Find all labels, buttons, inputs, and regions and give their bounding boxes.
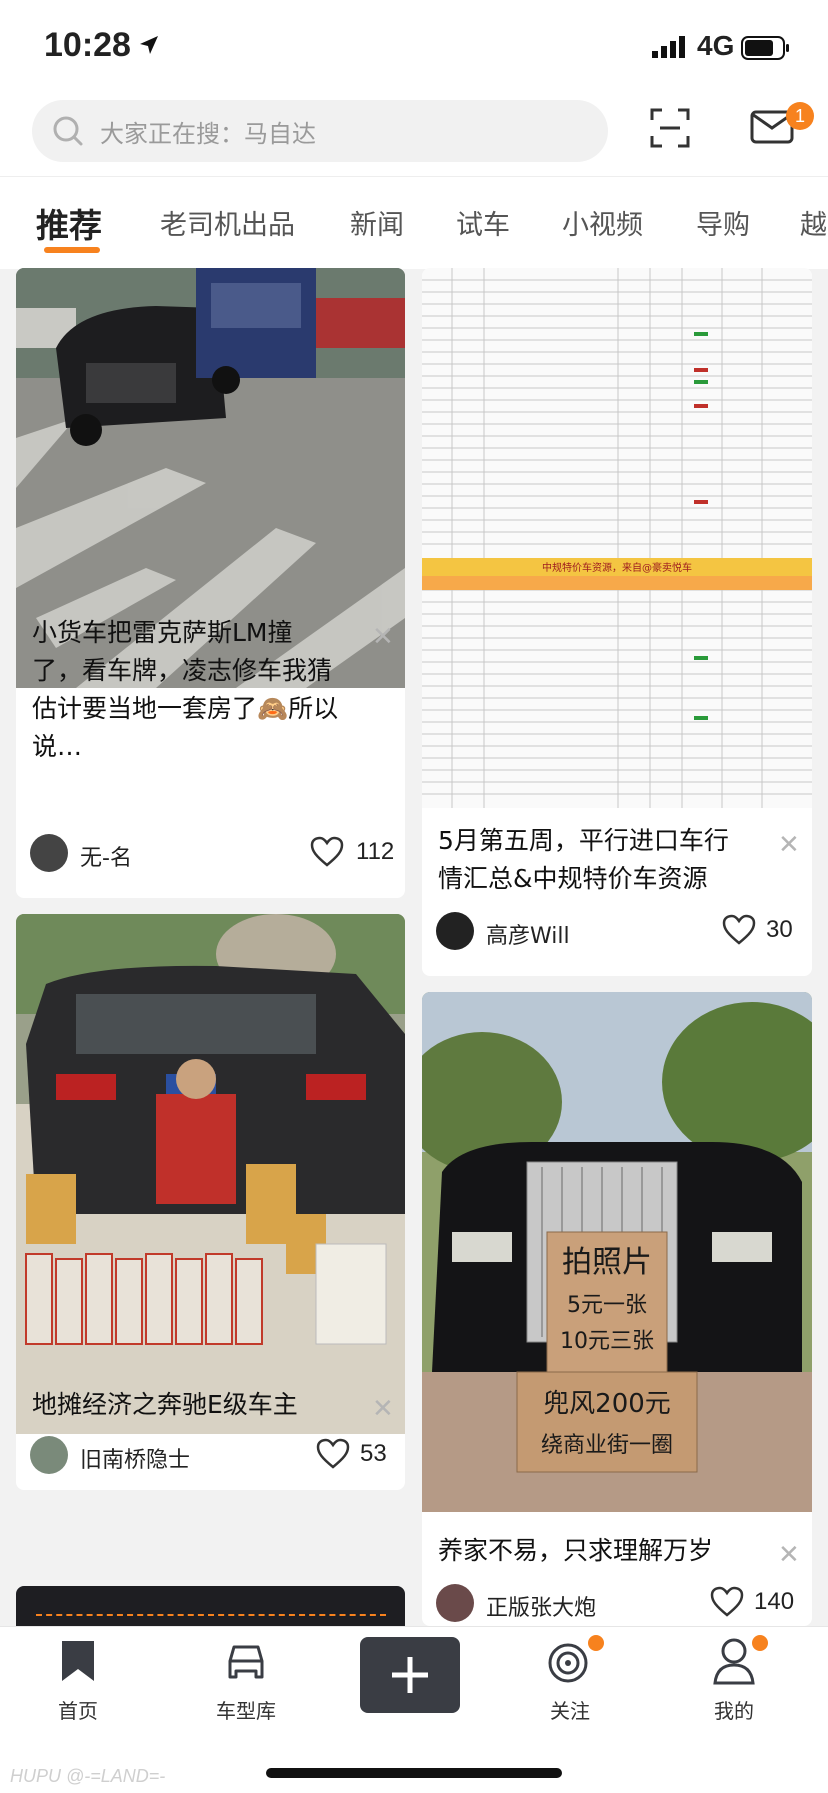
- feed-card[interactable]: 地摊经济之奔驰E级车主 ✕ 旧南桥隐士 53: [16, 914, 405, 1490]
- close-icon[interactable]: ✕: [778, 830, 800, 860]
- nav-follow[interactable]: 关注: [510, 1627, 630, 1737]
- avatar[interactable]: [436, 912, 474, 950]
- feed-card[interactable]: [16, 1586, 405, 1626]
- close-icon[interactable]: ✕: [372, 1394, 394, 1424]
- nav-car-library[interactable]: 车型库: [186, 1627, 306, 1737]
- nav-label: 首页: [58, 1699, 98, 1723]
- nav-label: 我的: [714, 1699, 754, 1723]
- search-icon: [53, 116, 83, 146]
- sign-line: 绕商业街一圈: [541, 1433, 673, 1458]
- feed-card[interactable]: 中规特价车资源，来自@豪卖悦车 5月第五周，平行进口车行情汇总&中规特价车资源 …: [422, 268, 812, 976]
- tab-offroad[interactable]: 越: [800, 203, 827, 242]
- notification-dot: [752, 1635, 768, 1651]
- home-indicator: [266, 1768, 562, 1778]
- like-count: 53: [360, 1440, 387, 1467]
- avatar[interactable]: [30, 834, 68, 872]
- notification-dot: [588, 1635, 604, 1651]
- tab-recommend[interactable]: 推荐: [36, 199, 102, 247]
- scan-icon[interactable]: [650, 108, 690, 148]
- heart-icon[interactable]: [722, 914, 756, 946]
- close-icon[interactable]: ✕: [372, 622, 394, 652]
- nav-label: 关注: [550, 1699, 590, 1723]
- sign-line: 10元三张: [560, 1329, 654, 1354]
- status-time: 10:28: [44, 26, 131, 64]
- sign-line: 兜风200元: [543, 1389, 671, 1419]
- card-title: 小货车把雷克萨斯LM撞了，看车牌，凌志修车我猜估计要当地一套房了🙈所以说…: [32, 618, 339, 761]
- nav-profile[interactable]: 我的: [674, 1627, 794, 1737]
- sign-line: 拍照片: [562, 1245, 652, 1280]
- search-input[interactable]: 大家正在搜：马自达: [32, 100, 608, 162]
- category-tabs: 推荐 老司机出品 新闻 试车 小视频 导购 越: [0, 176, 828, 269]
- heart-icon[interactable]: [316, 1438, 350, 1470]
- network-type: 4G: [697, 30, 735, 61]
- battery-icon: [741, 36, 789, 60]
- home-bookmark-icon: [62, 1641, 94, 1681]
- feed-card[interactable]: 小货车把雷克萨斯LM撞了，看车牌，凌志修车我猜估计要当地一套房了🙈所以说… ✕ …: [16, 268, 405, 898]
- header: 大家正在搜：马自达 1: [0, 90, 828, 176]
- tab-news[interactable]: 新闻: [350, 203, 404, 242]
- price-table-image: 中规特价车资源，来自@豪卖悦车: [422, 268, 812, 808]
- nav-home[interactable]: 首页: [18, 1627, 138, 1737]
- tab-test-drive[interactable]: 试车: [456, 203, 510, 242]
- publish-button[interactable]: [360, 1637, 460, 1713]
- rolls-royce-photo: 拍照片 5元一张 10元三张 兜风200元 绕商业街一圈: [422, 992, 812, 1512]
- feed: 小货车把雷克萨斯LM撞了，看车牌，凌志修车我猜估计要当地一套房了🙈所以说… ✕ …: [0, 268, 828, 1626]
- status-bar: 10:28 4G: [0, 0, 828, 90]
- heart-icon[interactable]: [710, 1586, 744, 1618]
- target-icon: [548, 1643, 588, 1683]
- heart-icon[interactable]: [310, 836, 344, 868]
- close-icon[interactable]: ✕: [778, 1540, 800, 1570]
- card-title: 地摊经济之奔驰E级车主: [32, 1390, 298, 1419]
- feed-card[interactable]: 拍照片 5元一张 10元三张 兜风200元 绕商业街一圈 养家不易，只求理解万岁…: [422, 992, 812, 1626]
- author-name[interactable]: 旧南桥隐士: [80, 1442, 190, 1474]
- tab-veteran-drivers[interactable]: 老司机出品: [160, 203, 295, 242]
- like-count: 140: [754, 1588, 795, 1615]
- cellular-signal-icon: [652, 36, 685, 58]
- author-name[interactable]: 无-名: [80, 840, 132, 872]
- sign-line: 5元一张: [567, 1293, 647, 1318]
- street-vendor-photo: [16, 914, 405, 1434]
- mail-badge: 1: [786, 102, 814, 130]
- author-name[interactable]: 高彦Will: [486, 918, 570, 950]
- card-title: 5月第五周，平行进口车行情汇总&中规特价车资源: [438, 826, 729, 893]
- table-banner: 中规特价车资源，来自@豪卖悦车: [542, 561, 692, 574]
- person-icon: [713, 1638, 755, 1685]
- author-name[interactable]: 正版张大炮: [486, 1590, 596, 1622]
- nav-label: 车型库: [216, 1699, 276, 1723]
- like-count: 30: [766, 916, 793, 943]
- plus-icon: [392, 1657, 428, 1693]
- card-title: 养家不易，只求理解万岁: [438, 1536, 714, 1565]
- like-count: 112: [356, 838, 395, 865]
- avatar[interactable]: [436, 1584, 474, 1622]
- tab-short-video[interactable]: 小视频: [562, 203, 643, 242]
- avatar[interactable]: [30, 1436, 68, 1474]
- location-arrow-icon: [140, 36, 158, 54]
- car-icon: [228, 1645, 264, 1679]
- card-thumbnail-edge: [36, 1614, 386, 1616]
- tab-active-indicator: [44, 247, 100, 253]
- tab-buying-guide[interactable]: 导购: [696, 203, 750, 242]
- search-placeholder: 大家正在搜：马自达: [100, 120, 316, 148]
- watermark: HUPU @-=LAND=-: [10, 1766, 166, 1786]
